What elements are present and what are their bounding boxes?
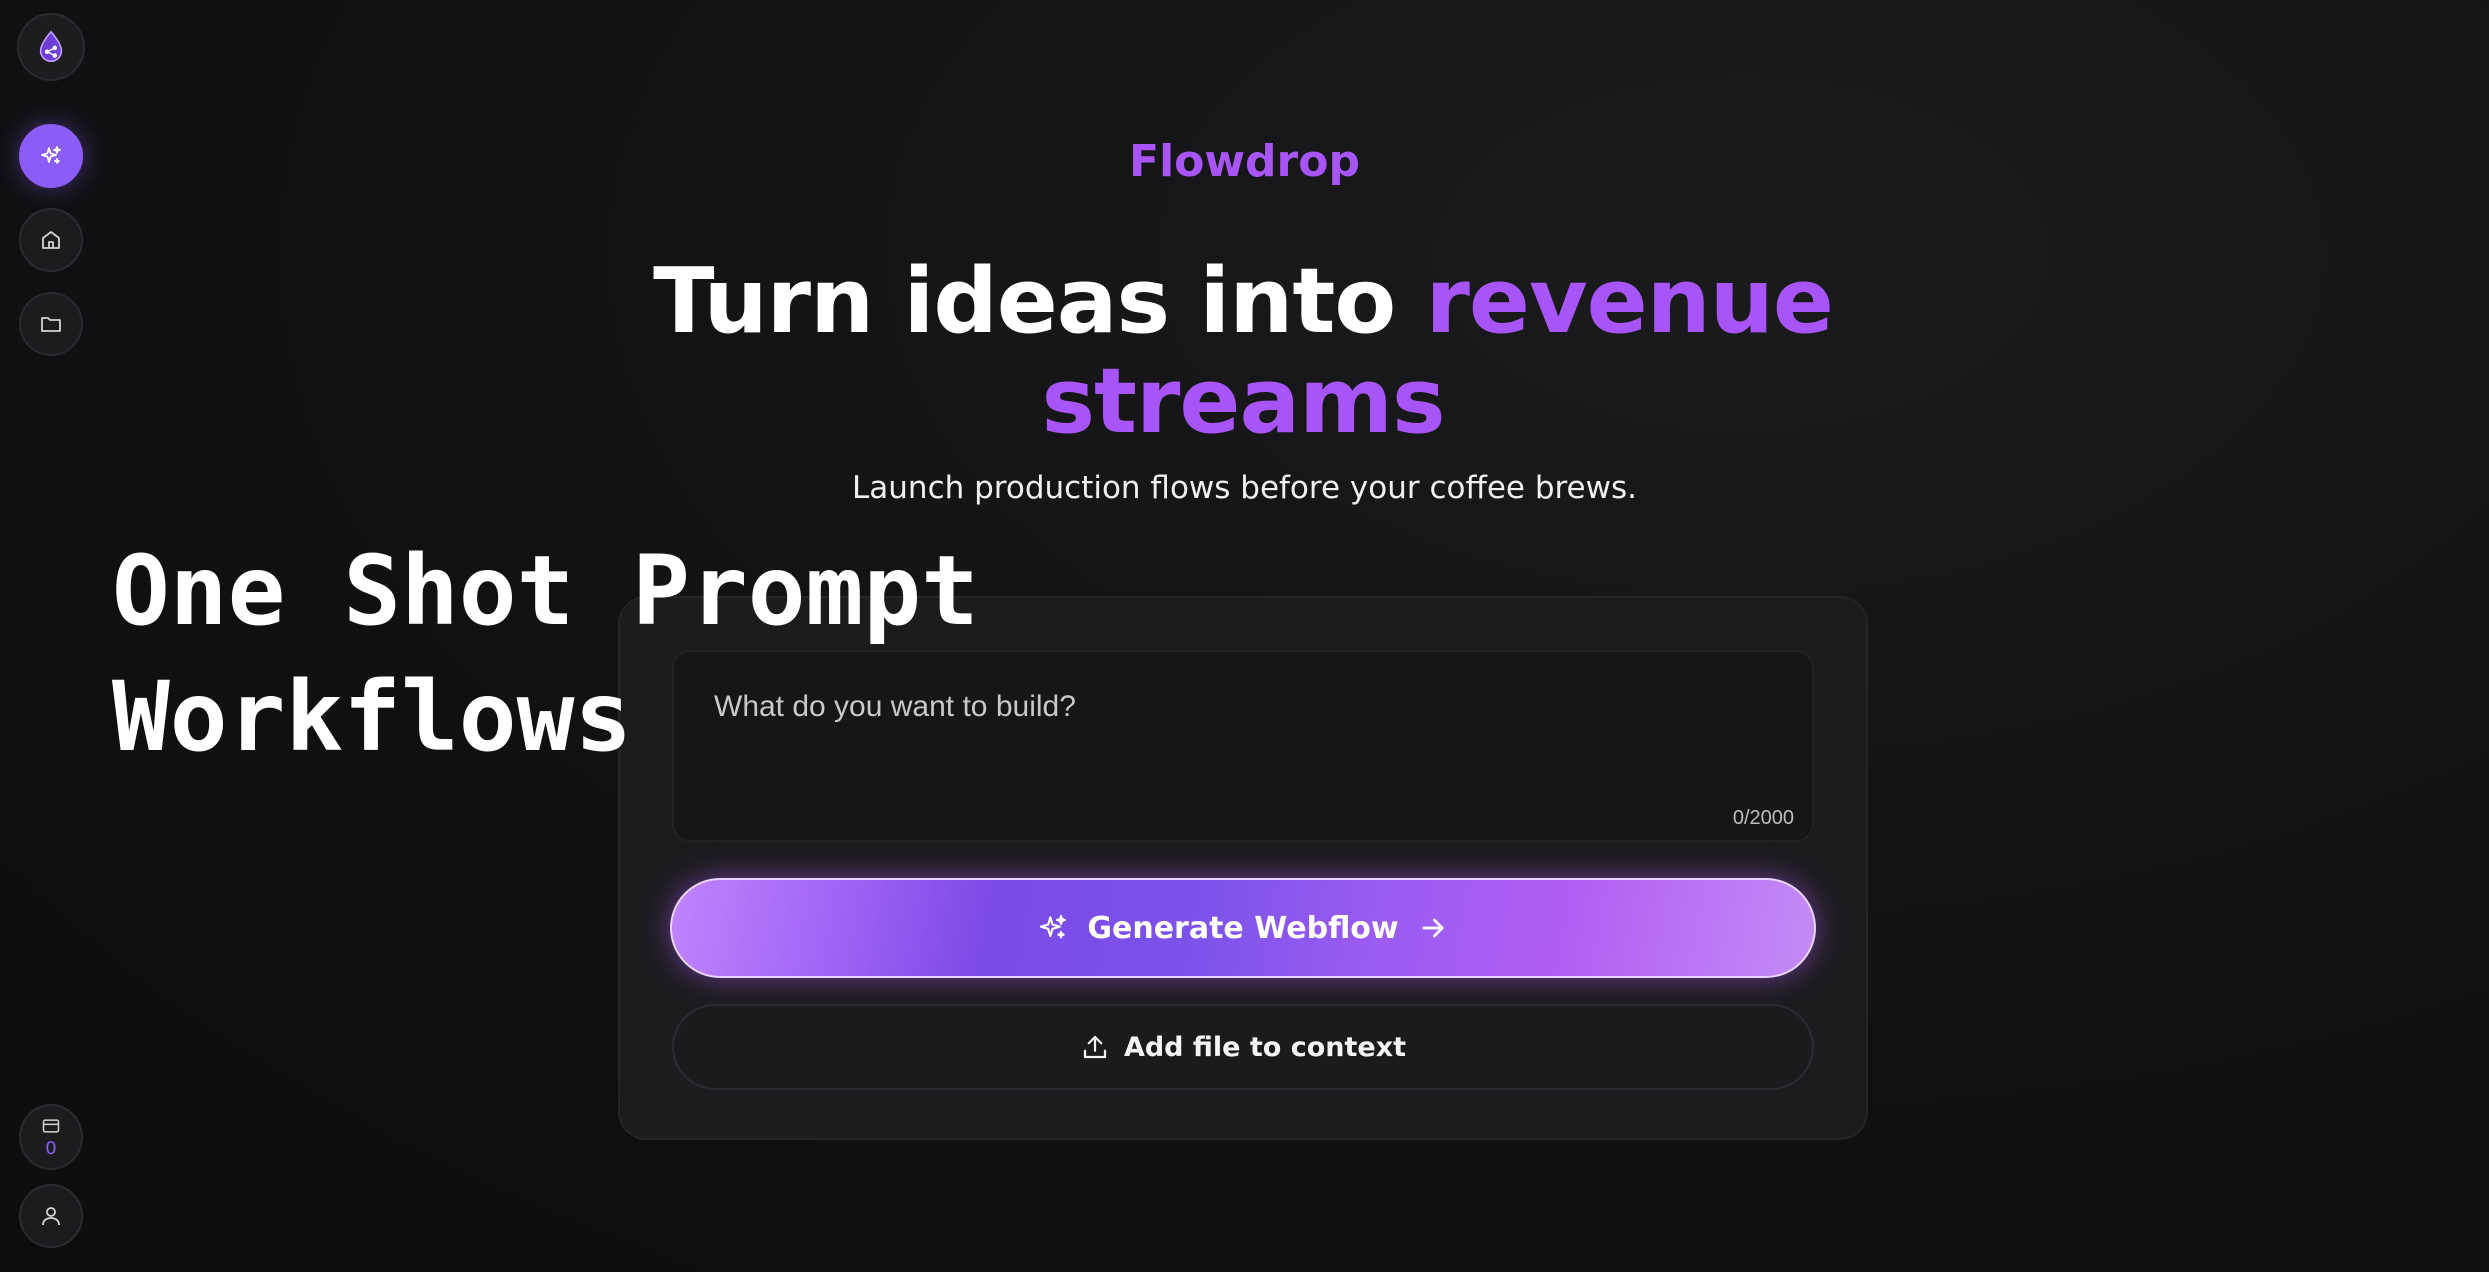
page-headline: Turn ideas into revenue streams xyxy=(560,252,1926,452)
drop-logo-icon xyxy=(39,30,63,62)
overlay-line-1: One Shot Prompt xyxy=(112,535,979,647)
arrow-right-icon xyxy=(1421,918,1444,938)
folder-icon xyxy=(41,317,61,332)
logo-button[interactable] xyxy=(17,13,85,81)
sidebar-item-projects[interactable] xyxy=(19,292,83,356)
sparkles-icon xyxy=(1040,914,1067,939)
generate-webflow-button[interactable]: Generate Webflow xyxy=(670,878,1816,978)
headline-plain: Turn ideas into xyxy=(653,249,1426,354)
credits-button[interactable]: 0 xyxy=(19,1104,83,1170)
add-file-label: Add file to context xyxy=(1123,1031,1407,1063)
sidebar: 0 xyxy=(0,0,104,1272)
character-counter: 0/2000 xyxy=(1732,807,1794,829)
credit-card-icon xyxy=(42,1119,60,1133)
headline-accent-streams: streams xyxy=(1041,349,1445,454)
upload-icon xyxy=(1083,1035,1107,1059)
sidebar-item-home[interactable] xyxy=(19,208,83,272)
credit-count: 0 xyxy=(45,1138,57,1159)
user-icon xyxy=(42,1207,60,1226)
generate-button-label: Generate Webflow xyxy=(1087,910,1399,946)
home-icon xyxy=(42,231,60,249)
overlay-caption: One Shot Prompt Workflows xyxy=(112,528,979,780)
overlay-line-2: Workflows xyxy=(112,661,633,773)
brand-name: Flowdrop xyxy=(1129,136,1360,187)
page-subtitle: Launch production flows before your coff… xyxy=(852,470,1637,506)
add-file-button[interactable]: Add file to context xyxy=(672,1004,1814,1090)
user-profile-button[interactable] xyxy=(19,1184,83,1248)
headline-accent-revenue: revenue xyxy=(1425,249,1834,354)
